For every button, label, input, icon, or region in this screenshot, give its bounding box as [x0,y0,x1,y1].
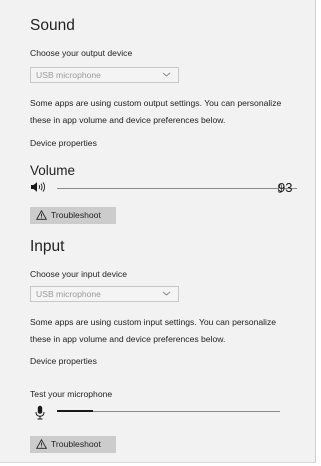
output-info-line-2: these in app volume and device preferenc… [30,115,226,125]
output-device-properties-link[interactable]: Device properties [30,138,97,148]
input-device-label: Choose your input device [30,269,127,279]
speaker-icon[interactable] [30,181,50,193]
microphone-level-fill [57,410,93,412]
volume-slider-track [57,188,297,189]
warning-icon [36,210,47,220]
volume-value: 93 [278,180,293,195]
input-troubleshoot-label: Troubleshoot [51,439,101,449]
microphone-icon [35,405,45,420]
input-device-value: USB microphone [36,289,101,299]
input-heading: Input [30,238,65,255]
volume-label: Volume [30,163,76,178]
output-device-dropdown[interactable]: USB microphone [30,67,179,83]
chevron-down-icon [162,72,171,77]
input-device-dropdown[interactable]: USB microphone [30,286,179,302]
test-microphone-label: Test your microphone [30,389,113,399]
chevron-down-icon [162,291,171,296]
volume-slider[interactable] [57,182,297,194]
input-info-line-1: Some apps are using custom input setting… [30,317,277,327]
sound-heading: Sound [30,17,75,34]
sound-troubleshoot-label: Troubleshoot [51,210,101,220]
warning-icon [36,439,47,449]
output-device-value: USB microphone [36,70,101,80]
input-info-line-2: these in app volume and device preferenc… [30,334,226,344]
output-info-line-1: Some apps are using custom output settin… [30,98,282,108]
microphone-level-meter [57,408,280,416]
output-device-label: Choose your output device [30,48,133,58]
input-troubleshoot-button[interactable]: Troubleshoot [30,436,116,453]
sound-settings-panel: Sound Choose your output device USB micr… [0,0,316,463]
sound-troubleshoot-button[interactable]: Troubleshoot [30,207,116,224]
input-device-properties-link[interactable]: Device properties [30,356,97,366]
